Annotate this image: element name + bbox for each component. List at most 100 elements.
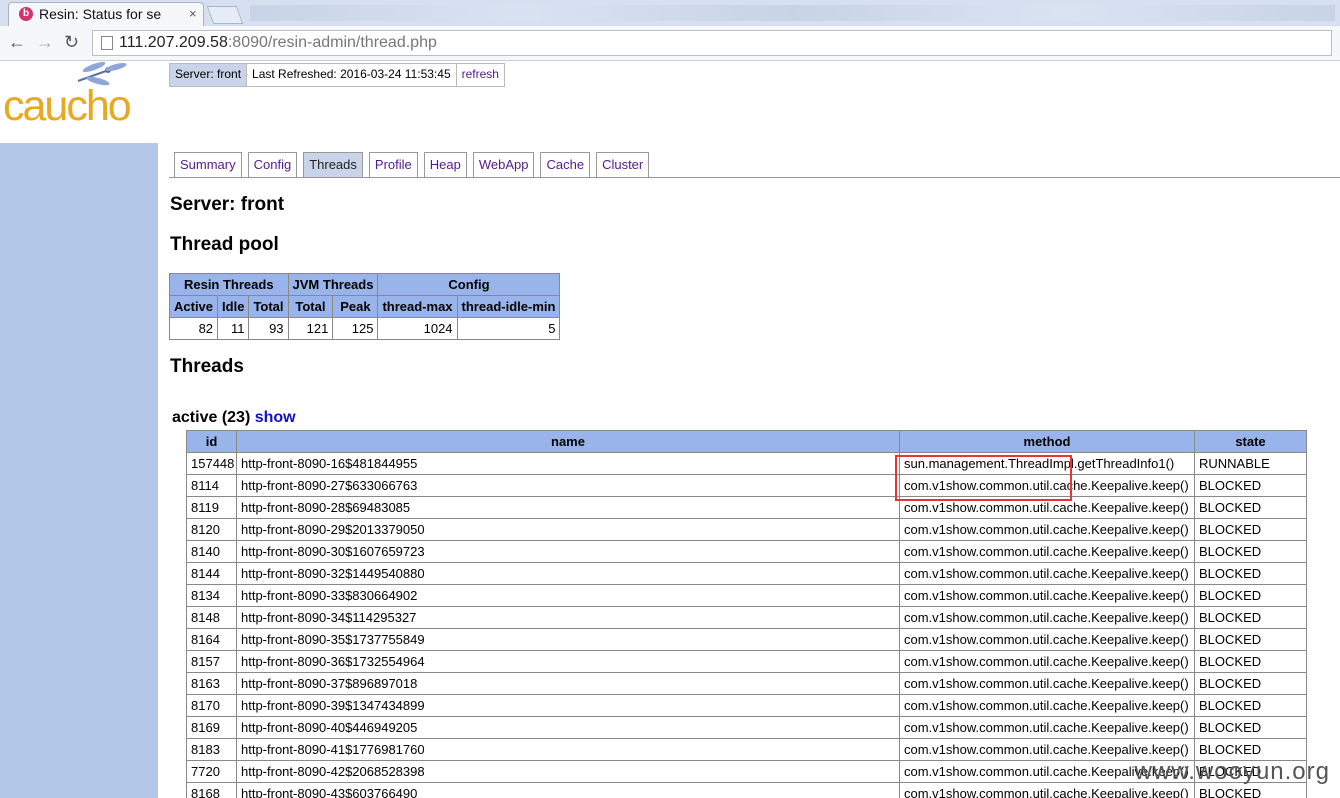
column-header-state[interactable]: state [1194, 430, 1307, 453]
pool-value-cell: 5 [456, 317, 561, 340]
column-header-id[interactable]: id [186, 430, 237, 453]
cell-id: 8164 [186, 628, 237, 651]
cell-name: http-front-8090-32$1449540880 [236, 562, 900, 585]
tab-cache[interactable]: Cache [540, 152, 591, 177]
cell-id: 8114 [186, 474, 237, 497]
browser-tab[interactable]: b Resin: Status for se × [8, 2, 204, 26]
tab-profile[interactable]: Profile [368, 152, 418, 177]
threads-header-row: id name method state [186, 430, 1307, 453]
reload-icon[interactable]: ↻ [64, 32, 79, 53]
pool-group-header: JVM Threads [287, 273, 379, 296]
refresh-link[interactable]: refresh [457, 64, 504, 86]
cell-name: http-front-8090-39$1347434899 [236, 694, 900, 717]
cell-state: BLOCKED [1194, 628, 1307, 651]
cell-state: BLOCKED [1194, 584, 1307, 607]
cell-method: com.v1show.common.util.cache.Keepalive.k… [899, 518, 1195, 541]
table-row: 8119 http-front-8090-28$69483085 com.v1sho… [186, 496, 1307, 519]
pool-group-header: Config [377, 273, 561, 296]
show-link[interactable]: show [255, 409, 296, 426]
cell-method: com.v1show.common.util.cache.Keepalive.k… [899, 694, 1195, 717]
pool-column-header: Total [287, 295, 334, 318]
cell-name: http-front-8090-42$2068528398 [236, 760, 900, 783]
column-header-name[interactable]: name [236, 430, 900, 453]
tab-divider [169, 177, 1340, 178]
column-header-method[interactable]: method [899, 430, 1195, 453]
table-row: 8163 http-front-8090-37$896897018 com.v1sh… [186, 672, 1307, 695]
pool-value-cell: 125 [332, 317, 379, 340]
server-status-bar: Server: front Last Refreshed: 2016-03-24… [169, 63, 505, 87]
table-row: 8134 http-front-8090-33$830664902 com.v1sh… [186, 584, 1307, 607]
cell-name: http-front-8090-41$1776981760 [236, 738, 900, 761]
pool-value-cell: 121 [287, 317, 334, 340]
tab-summary[interactable]: Summary [174, 152, 242, 177]
cell-state: BLOCKED [1194, 650, 1307, 673]
tab-threads[interactable]: Threads [303, 152, 363, 177]
cell-method: com.v1show.common.util.cache.Keepalive.k… [899, 672, 1195, 695]
pool-column-header: Total [248, 295, 289, 318]
cell-name: http-front-8090-43$603766490 [236, 782, 900, 798]
admin-tabs: Summary Config Threads Profile Heap WebApp Cac… [174, 152, 655, 177]
browser-tab-strip: b Resin: Status for se × [0, 0, 1340, 26]
logo: caucho [0, 61, 158, 143]
url-text[interactable]: 111.207.209.58:8090/resin-admin/thread.p… [119, 34, 437, 52]
cell-id: 8140 [186, 540, 237, 563]
forward-arrow-icon[interactable]: → [36, 32, 54, 53]
threads-heading: Threads [170, 356, 244, 377]
tab-config[interactable]: Config [247, 152, 298, 177]
cell-name: http-front-8090-40$446949205 [236, 716, 900, 739]
pool-group-header: Resin Threads [169, 273, 289, 296]
last-refreshed: Last Refreshed: 2016-03-24 11:53:45 [247, 64, 457, 86]
back-arrow-icon[interactable]: ← [8, 32, 26, 53]
highlight-annotation [895, 455, 1072, 501]
other-tabs [250, 5, 1335, 21]
pool-value-cell: 1024 [377, 317, 458, 340]
page-icon [101, 36, 113, 50]
cell-state: BLOCKED [1194, 518, 1307, 541]
tab-webapp[interactable]: WebApp [472, 152, 535, 177]
cell-id: 8169 [186, 716, 237, 739]
table-row: 8169 http-front-8090-40$446949205 com.v1sh… [186, 716, 1307, 739]
address-bar[interactable]: 111.207.209.58:8090/resin-admin/thread.p… [92, 30, 1332, 56]
pool-column-header: Active [168, 295, 219, 318]
cell-method: com.v1show.common.util.cache.Keepalive.k… [899, 540, 1195, 563]
cell-id: 8170 [186, 694, 237, 717]
cell-name: http-front-8090-34$114295327 [236, 606, 900, 629]
table-row: 8148 http-front-8090-34$114295327 com.v1sh… [186, 606, 1307, 629]
tab-cluster[interactable]: Cluster [596, 152, 650, 177]
table-row: 157448 http-front-8090-16$481844955 sun.ma… [186, 452, 1307, 475]
cell-state: RUNNABLE [1194, 452, 1307, 475]
close-tab-icon[interactable]: × [189, 6, 197, 21]
sidebar [0, 61, 158, 798]
pool-column-header: Idle [217, 295, 250, 318]
tab-heap[interactable]: Heap [423, 152, 467, 177]
table-row: 8114 http-front-8090-27$633066763 com.v1sh… [186, 474, 1307, 497]
cell-state: BLOCKED [1194, 496, 1307, 519]
cell-state: BLOCKED [1194, 540, 1307, 563]
pool-column-header: thread-idle-min [456, 295, 561, 318]
pool-value-cell: 82 [168, 317, 219, 340]
table-row: 8170 http-front-8090-39$1347434899 com.v1s… [186, 694, 1307, 717]
cell-id: 8183 [186, 738, 237, 761]
thread-pool-table: Resin Threads JVM Threads Config Active Idl… [168, 273, 561, 340]
cell-name: http-front-8090-36$1732554964 [236, 650, 900, 673]
cell-id: 8120 [186, 518, 237, 541]
cell-method: com.v1show.common.util.cache.Keepalive.k… [899, 562, 1195, 585]
cell-id: 7720 [186, 760, 237, 783]
page-content: caucho Server: front Last Refreshed: 201… [0, 61, 1340, 798]
cell-state: BLOCKED [1194, 694, 1307, 717]
cell-id: 8144 [186, 562, 237, 585]
cell-state: BLOCKED [1194, 716, 1307, 739]
favicon-icon: b [19, 7, 33, 21]
cell-id: 8157 [186, 650, 237, 673]
cell-id: 157448 [186, 452, 237, 475]
table-row: 8140 http-front-8090-30$1607659723 com.v1s… [186, 540, 1307, 563]
server-heading: Server: front [170, 194, 285, 215]
cell-name: http-front-8090-29$2013379050 [236, 518, 900, 541]
cell-id: 8134 [186, 584, 237, 607]
cell-id: 8168 [186, 782, 237, 798]
thread-pool-heading: Thread pool [170, 234, 279, 255]
cell-method: com.v1show.common.util.cache.Keepalive.k… [899, 584, 1195, 607]
watermark: www.wooyun.org [1134, 758, 1330, 785]
new-tab-button[interactable] [206, 6, 244, 24]
cell-method: com.v1show.common.util.cache.Keepalive.k… [899, 716, 1195, 739]
